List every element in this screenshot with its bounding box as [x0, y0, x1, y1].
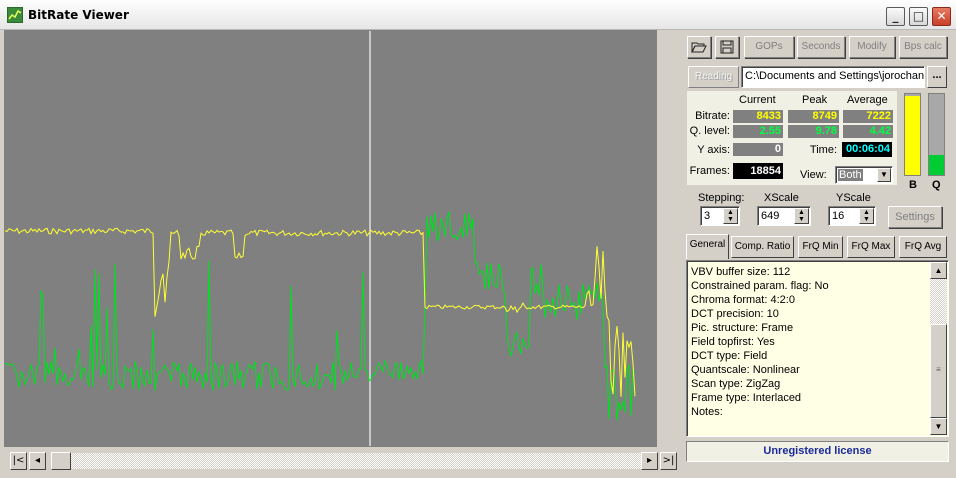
seconds-button[interactable]: Seconds [797, 36, 845, 58]
bitrate-meter-fill [905, 96, 920, 175]
stepping-label: Stepping: [698, 192, 745, 204]
view-label: View: [800, 169, 827, 181]
xscale-label: XScale [764, 192, 799, 204]
yaxis-value: 0 [733, 143, 783, 156]
frames-value: 18854 [733, 163, 783, 179]
open-button[interactable] [687, 36, 711, 58]
info-line: Chroma format: 4:2:0 [691, 294, 795, 306]
tab-frq-min[interactable]: FrQ Min [798, 236, 843, 258]
qlevel-current-value: 2.55 [733, 125, 783, 138]
qlevel-meter-fill [929, 154, 944, 175]
scroll-down-button[interactable]: ▼ [930, 418, 947, 435]
bitrate-current-value: 8433 [733, 110, 783, 123]
gops-button[interactable]: GOPs [744, 36, 794, 58]
info-line: Pic. structure: Frame [691, 322, 794, 334]
title-bar: BitRate Viewer _ □ ✕ [0, 0, 956, 30]
scroll-first-button[interactable]: |< [10, 452, 27, 470]
stepping-value: 3 [704, 210, 711, 222]
bitrate-meter-label: B [909, 179, 917, 191]
scroll-track[interactable] [51, 453, 641, 469]
yaxis-label: Y axis: [697, 144, 730, 156]
chevron-down-icon[interactable]: ▼ [877, 168, 891, 182]
file-path-field[interactable]: C:\Documents and Settings\jorochan [741, 66, 925, 88]
folder-open-icon [691, 42, 707, 53]
bps-calc-button[interactable]: Bps calc [899, 36, 947, 58]
qlevel-meter-label: Q [932, 179, 941, 191]
tab-general[interactable]: General [686, 234, 729, 259]
view-selected-value: Both [838, 169, 863, 181]
info-line: Notes: [691, 406, 723, 418]
bitrate-average-value: 7222 [843, 110, 893, 123]
yscale-label: YScale [836, 192, 871, 204]
info-line: DCT type: Field [691, 350, 768, 362]
info-line: Frame type: Interlaced [691, 392, 802, 404]
modify-button[interactable]: Modify [849, 36, 895, 58]
stepping-spinner[interactable]: 3 ▲ ▼ [700, 206, 740, 226]
tab-frq-max[interactable]: FrQ Max [847, 236, 895, 258]
qlevel-series-line [4, 211, 636, 421]
license-status: Unregistered license [686, 441, 949, 462]
col-current-header: Current [739, 94, 776, 106]
window-title: BitRate Viewer [28, 8, 129, 22]
qlevel-average-value: 4.42 [843, 125, 893, 138]
info-line: Scan type: ZigZag [691, 378, 781, 390]
reading-button[interactable]: Reading [688, 66, 739, 88]
scroll-last-button[interactable]: >| [660, 452, 677, 470]
graph-canvas [4, 31, 636, 446]
view-select[interactable]: Both ▼ [835, 166, 893, 184]
info-line: Constrained param. flag: No [691, 280, 829, 292]
col-average-header: Average [847, 94, 888, 106]
maximize-button[interactable]: □ [909, 7, 928, 26]
info-scrollbar[interactable]: ▲ ≡ ▼ [930, 262, 947, 435]
tab-comp-ratio[interactable]: Comp. Ratio [731, 236, 794, 258]
info-line: Quantscale: Nonlinear [691, 364, 800, 376]
time-value: 00:06:04 [842, 142, 892, 157]
time-label: Time: [809, 144, 837, 156]
general-info-panel[interactable]: VBV buffer size: 112 Constrained param. … [686, 260, 949, 437]
graph-scrollbar[interactable]: |< ◂ ▸ >| [7, 452, 680, 470]
xscale-value: 649 [761, 210, 780, 222]
info-line: VBV buffer size: 112 [691, 266, 791, 278]
floppy-disk-icon [720, 40, 734, 54]
close-button[interactable]: ✕ [932, 7, 951, 26]
col-peak-header: Peak [802, 94, 828, 106]
qlevel-meter [928, 93, 945, 176]
settings-button[interactable]: Settings [888, 206, 942, 228]
info-line: Field topfirst: Yes [691, 336, 775, 348]
bitrate-label: Bitrate: [695, 110, 730, 122]
info-line: DCT precision: 10 [691, 308, 779, 320]
spin-arrows-icon[interactable]: ▲ ▼ [723, 208, 738, 224]
bitrate-graph[interactable] [4, 30, 657, 447]
qlevel-peak-value: 9.78 [788, 125, 839, 138]
frames-label: Frames: [689, 165, 730, 177]
tab-frq-avg[interactable]: FrQ Avg [899, 236, 947, 258]
xscale-spinner[interactable]: 649 ▲ ▼ [757, 206, 811, 226]
yscale-spinner[interactable]: 16 ▲ ▼ [828, 206, 876, 226]
bitrate-meter [904, 93, 921, 176]
scroll-thumb[interactable] [51, 452, 71, 470]
minimize-button[interactable]: _ [886, 7, 905, 26]
scroll-right-button[interactable]: ▸ [641, 452, 658, 470]
browse-button[interactable]: ... [927, 66, 947, 88]
yscale-value: 16 [832, 210, 845, 222]
bitrate-peak-value: 8749 [788, 110, 839, 123]
spin-arrows-icon[interactable]: ▲ ▼ [859, 208, 874, 224]
scroll-up-button[interactable]: ▲ [930, 262, 947, 279]
app-icon [7, 7, 23, 23]
spin-arrows-icon[interactable]: ▲ ▼ [794, 208, 809, 224]
scroll-left-button[interactable]: ◂ [29, 452, 46, 470]
qlevel-label: Q. level: [689, 125, 730, 137]
save-button[interactable] [715, 36, 739, 58]
scroll-thumb[interactable]: ≡ [930, 324, 947, 418]
